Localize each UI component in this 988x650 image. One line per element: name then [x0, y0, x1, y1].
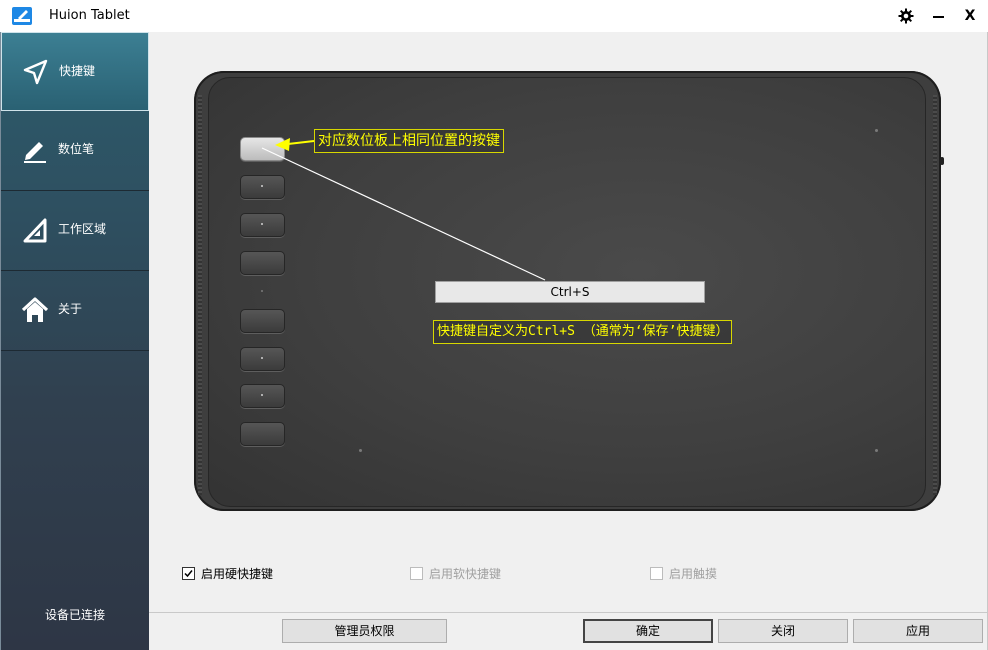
checkbox-label: 启用软快捷键	[429, 567, 502, 581]
bottom-separator	[149, 612, 987, 613]
shortcut-value-field[interactable]: Ctrl+S	[435, 281, 705, 303]
ok-button[interactable]: 确定	[583, 619, 713, 643]
apply-button[interactable]: 应用	[853, 619, 983, 643]
callout-arrow	[275, 138, 290, 151]
admin-button[interactable]: 管理员权限	[282, 619, 447, 643]
checkbox-label: 启用硬快捷键	[201, 567, 274, 581]
software-shortcuts-option[interactable]: 启用软快捷键	[410, 565, 501, 582]
touch-option[interactable]: 启用触摸	[650, 565, 717, 582]
callout-key-position: 对应数位板上相同位置的按键	[314, 129, 504, 153]
checkbox-unchecked[interactable]	[650, 567, 663, 580]
hardware-shortcuts-option[interactable]: 启用硬快捷键	[182, 565, 273, 582]
checkbox-checked[interactable]	[182, 567, 195, 580]
callout-shortcut-desc: 快捷键自定义为Ctrl+S （通常为‘保存’快捷键）	[433, 320, 733, 344]
close-button[interactable]: 关闭	[718, 619, 848, 643]
checkbox-unchecked[interactable]	[410, 567, 423, 580]
checkbox-label: 启用触摸	[669, 567, 718, 581]
